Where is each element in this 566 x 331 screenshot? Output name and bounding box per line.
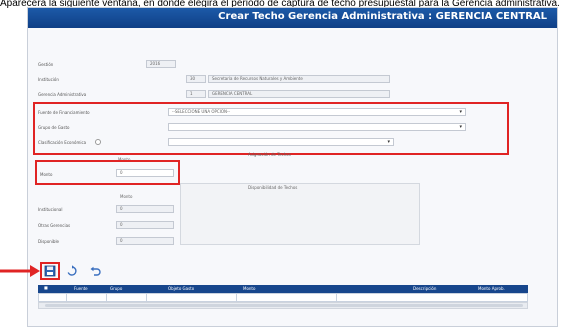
fuente-placeholder: --SELECCIONE UNA OPCION-- xyxy=(172,109,230,114)
table-cell xyxy=(107,294,147,301)
institucional-field: 0 xyxy=(116,205,174,213)
grupo-label: Grupo de Gasto xyxy=(38,125,70,130)
gerencia-name-field[interactable]: GERENCIA CENTRAL xyxy=(208,90,390,98)
horizontal-scrollbar[interactable] xyxy=(38,302,528,309)
disponible-field: 0 xyxy=(116,237,174,245)
institucional-value: 0 xyxy=(120,206,123,211)
gestion-label: Gestión xyxy=(38,62,54,67)
save-icon xyxy=(44,265,56,277)
save-button[interactable] xyxy=(43,264,57,278)
grid-header: ■ Fuente Grupo Objeto Gasto Monto Descri… xyxy=(38,285,528,293)
pointer-arrow-icon xyxy=(0,265,40,277)
undo-icon xyxy=(90,266,101,276)
clasificacion-radio[interactable] xyxy=(95,139,101,145)
fuente-select[interactable]: --SELECCIONE UNA OPCION-- ▾ xyxy=(168,108,466,116)
monto-input[interactable]: 0 xyxy=(116,169,174,177)
table-cell xyxy=(237,294,337,301)
disponible-value: 0 xyxy=(120,238,123,243)
window-title-bar: Crear Techo Gerencia Administrativa : GE… xyxy=(28,8,557,28)
window-title: Crear Techo Gerencia Administrativa : GE… xyxy=(218,11,547,22)
disp-monto-column-header: Monto xyxy=(120,194,133,199)
grupo-select[interactable]: ▾ xyxy=(168,123,466,131)
otras-gerencias-field: 0 xyxy=(116,221,174,229)
otras-gerencias-value: 0 xyxy=(120,222,123,227)
institucional-label: Institucional xyxy=(38,207,63,212)
table-cell xyxy=(147,294,237,301)
gerencia-code-field[interactable]: 1 xyxy=(186,90,206,98)
refresh-icon xyxy=(67,265,77,276)
gerencia-label: Gerencia Administrativa xyxy=(38,92,87,97)
disponibilidad-section-title: Disponibilidad de Techos xyxy=(248,185,298,190)
dropdown-arrow-icon[interactable]: ▾ xyxy=(459,124,462,130)
refresh-button[interactable] xyxy=(65,264,79,278)
grid-col-descripcion[interactable]: Descripción xyxy=(413,286,436,291)
grid-col-objeto-gasto[interactable]: Objeto Gasto xyxy=(168,286,194,291)
asignacion-section-title: Asignación de Techos xyxy=(248,152,291,157)
grid-select-all-icon[interactable]: ■ xyxy=(44,285,48,290)
grid-col-monto[interactable]: Monto xyxy=(243,286,255,291)
clasificacion-label: Clasificación Económica xyxy=(38,140,87,145)
fuente-label: Fuente de Financiamiento xyxy=(38,110,90,115)
monto-label: Monto xyxy=(40,172,53,177)
dropdown-arrow-icon[interactable]: ▾ xyxy=(459,109,462,115)
scrollbar-thumb[interactable] xyxy=(45,304,523,307)
grid-col-grupo[interactable]: Grupo xyxy=(110,286,122,291)
institucion-label: Institución xyxy=(38,77,59,82)
grid-col-monto-aprob[interactable]: Monto Aprob. xyxy=(478,286,505,291)
table-cell xyxy=(67,294,107,301)
dropdown-arrow-icon[interactable]: ▾ xyxy=(387,139,390,145)
otras-gerencias-label: Otras Gerencias xyxy=(38,223,71,228)
table-cell xyxy=(39,294,67,301)
grid-col-fuente[interactable]: Fuente xyxy=(74,286,88,291)
table-cell xyxy=(337,294,527,301)
monto-value: 0 xyxy=(120,170,123,175)
institucion-name-field[interactable]: Secretaría de Recursos Naturales y Ambie… xyxy=(208,75,390,83)
institucion-code-field[interactable]: 30 xyxy=(186,75,206,83)
disponibilidad-panel xyxy=(180,183,420,245)
disponible-label: Disponible xyxy=(38,239,60,244)
undo-button[interactable] xyxy=(88,264,102,278)
table-row[interactable] xyxy=(38,293,528,302)
clasificacion-select[interactable]: ▾ xyxy=(168,138,394,146)
gestion-field[interactable]: 2016 xyxy=(146,60,176,68)
